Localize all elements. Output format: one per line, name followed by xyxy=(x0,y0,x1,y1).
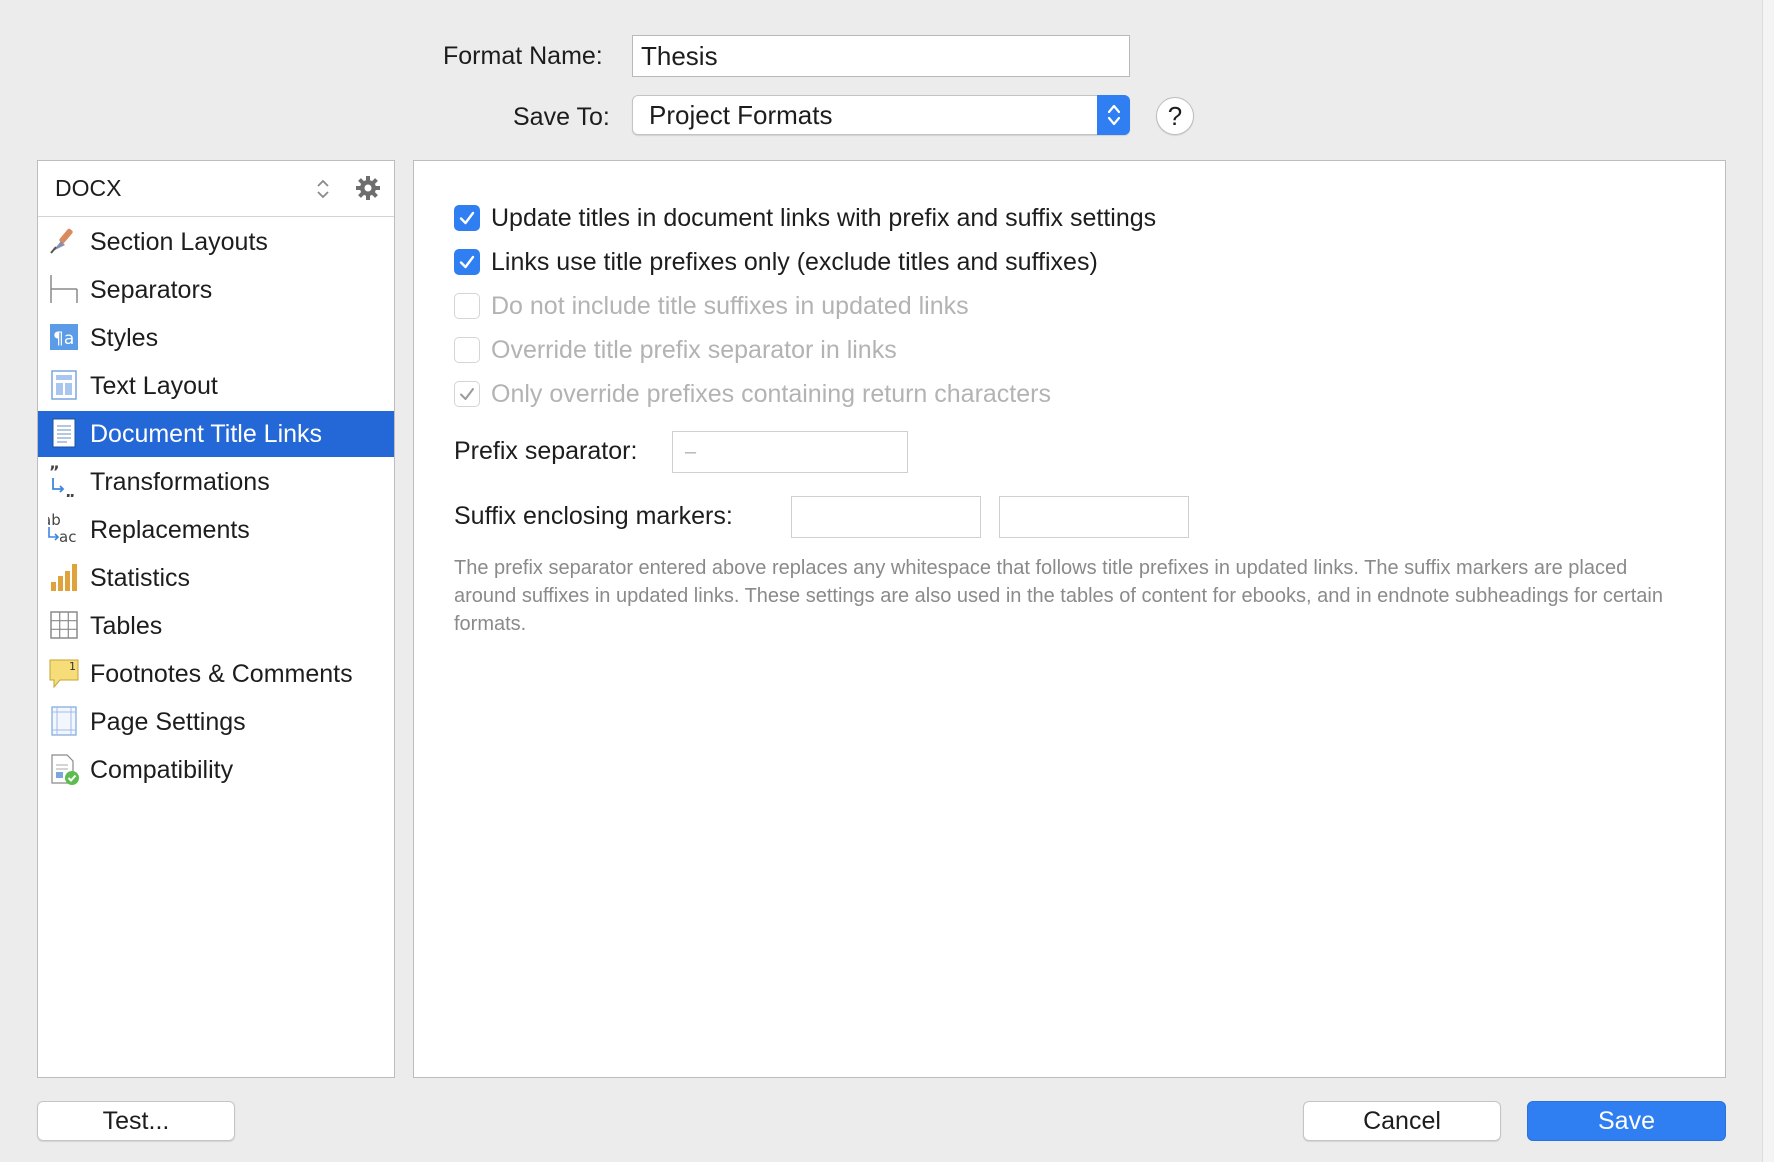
svg-text:„: „ xyxy=(65,482,76,497)
sidebar-item-label: Separators xyxy=(90,275,213,304)
help-button[interactable]: ? xyxy=(1156,97,1194,135)
checkbox-checked-disabled-icon[interactable] xyxy=(454,381,480,407)
checkbox-checked-icon[interactable] xyxy=(454,205,480,231)
up-down-chevron-icon[interactable] xyxy=(316,176,330,208)
format-name-field[interactable]: Thesis xyxy=(632,35,1130,77)
paintbrush-icon xyxy=(48,225,80,257)
sidebar-item-page-settings[interactable]: Page Settings xyxy=(38,699,394,745)
prefix-separator-input[interactable]: – xyxy=(672,431,908,473)
sidebar-item-footnotes-comments[interactable]: 1 Footnotes & Comments xyxy=(38,651,394,697)
checkbox-checked-icon[interactable] xyxy=(454,249,480,275)
sidebar: DOCX Section Layouts Separators ¶a Style… xyxy=(37,160,395,1078)
prefix-separator-label: Prefix separator: xyxy=(454,437,638,465)
sidebar-item-label: Text Layout xyxy=(90,371,218,400)
suffix-marker-open-input[interactable] xyxy=(791,496,981,538)
option-exclude-suffixes[interactable]: Do not include title suffixes in updated… xyxy=(454,290,969,322)
sidebar-item-document-title-links[interactable]: Document Title Links xyxy=(38,411,394,457)
sidebar-item-styles[interactable]: ¶a Styles xyxy=(38,315,394,361)
save-to-label: Save To: xyxy=(513,103,610,131)
prefix-separator-value: – xyxy=(685,440,697,463)
sidebar-item-label: Replacements xyxy=(90,515,250,544)
sidebar-item-tables[interactable]: Tables xyxy=(38,603,394,649)
sidebar-item-label: Document Title Links xyxy=(90,419,323,448)
popup-chevrons-icon xyxy=(1097,95,1130,135)
sidebar-item-compatibility[interactable]: Compatibility xyxy=(38,747,394,793)
sidebar-item-section-layouts[interactable]: Section Layouts xyxy=(38,219,394,265)
compatibility-icon xyxy=(48,753,80,785)
document-icon xyxy=(48,417,80,449)
format-name-label: Format Name: xyxy=(443,42,603,70)
quotes-transform-icon: ” „ xyxy=(48,462,80,501)
styles-icon: ¶a xyxy=(48,321,80,353)
test-button-label: Test... xyxy=(102,1106,170,1135)
option-label: Do not include title suffixes in updated… xyxy=(491,291,969,320)
sidebar-item-transformations[interactable]: ” „ Transformations xyxy=(38,459,394,505)
text-layout-icon xyxy=(48,369,80,401)
sidebar-item-label: Transformations xyxy=(90,467,270,496)
document-title-links-panel: Update titles in document links with pre… xyxy=(413,160,1726,1078)
save-button[interactable]: Save xyxy=(1527,1101,1726,1141)
option-return-characters[interactable]: Only override prefixes containing return… xyxy=(454,378,1051,410)
page-settings-icon xyxy=(48,705,80,737)
sidebar-item-label: Compatibility xyxy=(90,755,234,784)
option-label: Update titles in document links with pre… xyxy=(491,203,1157,232)
sidebar-item-label: Footnotes & Comments xyxy=(90,659,353,688)
option-label: Links use title prefixes only (exclude t… xyxy=(491,247,1098,276)
save-to-popup[interactable]: Project Formats xyxy=(632,95,1130,135)
settings-note: The prefix separator entered above repla… xyxy=(454,557,1663,635)
svg-text:”: ” xyxy=(49,465,60,481)
sidebar-item-separators[interactable]: Separators xyxy=(38,267,394,313)
svg-text:ac: ac xyxy=(59,528,76,545)
bar-chart-icon xyxy=(48,561,80,593)
svg-text:ab: ab xyxy=(48,513,61,529)
svg-text:1: 1 xyxy=(69,660,76,673)
cancel-button[interactable]: Cancel xyxy=(1303,1101,1501,1141)
format-type-value: DOCX xyxy=(55,175,122,201)
svg-text:¶a: ¶a xyxy=(53,329,74,349)
sidebar-item-replacements[interactable]: abac Replacements xyxy=(38,507,394,553)
footnote-icon: 1 xyxy=(48,657,80,689)
test-button[interactable]: Test... xyxy=(37,1101,235,1141)
checkbox-unchecked-icon[interactable] xyxy=(454,293,480,319)
suffix-marker-close-input[interactable] xyxy=(999,496,1189,538)
sidebar-item-label: Page Settings xyxy=(90,707,246,736)
separators-icon xyxy=(48,273,80,305)
cancel-button-label: Cancel xyxy=(1363,1106,1441,1135)
replacements-icon: abac xyxy=(42,511,80,546)
option-label: Only override prefixes containing return… xyxy=(491,379,1051,408)
format-name-value: Thesis xyxy=(641,40,718,71)
option-override-separator[interactable]: Override title prefix separator in links xyxy=(454,334,897,366)
suffix-markers-label: Suffix enclosing markers: xyxy=(454,502,733,530)
checkbox-unchecked-icon[interactable] xyxy=(454,337,480,363)
format-type-selector[interactable]: DOCX xyxy=(38,161,394,217)
help-question-icon: ? xyxy=(1167,100,1183,131)
sidebar-item-label: Statistics xyxy=(90,563,191,592)
save-button-label: Save xyxy=(1598,1106,1655,1135)
sidebar-item-label: Tables xyxy=(90,611,163,640)
option-update-titles[interactable]: Update titles in document links with pre… xyxy=(454,202,1156,234)
save-to-value: Project Formats xyxy=(649,99,833,130)
option-label: Override title prefix separator in links xyxy=(491,335,897,364)
sidebar-item-statistics[interactable]: Statistics xyxy=(38,555,394,601)
sidebar-item-text-layout[interactable]: Text Layout xyxy=(38,363,394,409)
sidebar-item-label: Section Layouts xyxy=(90,227,268,256)
table-icon xyxy=(48,609,80,641)
option-prefixes-only[interactable]: Links use title prefixes only (exclude t… xyxy=(454,246,1098,278)
gear-icon[interactable] xyxy=(355,175,381,207)
sidebar-item-label: Styles xyxy=(90,323,159,352)
window-scrollbar[interactable] xyxy=(1762,0,1774,1162)
